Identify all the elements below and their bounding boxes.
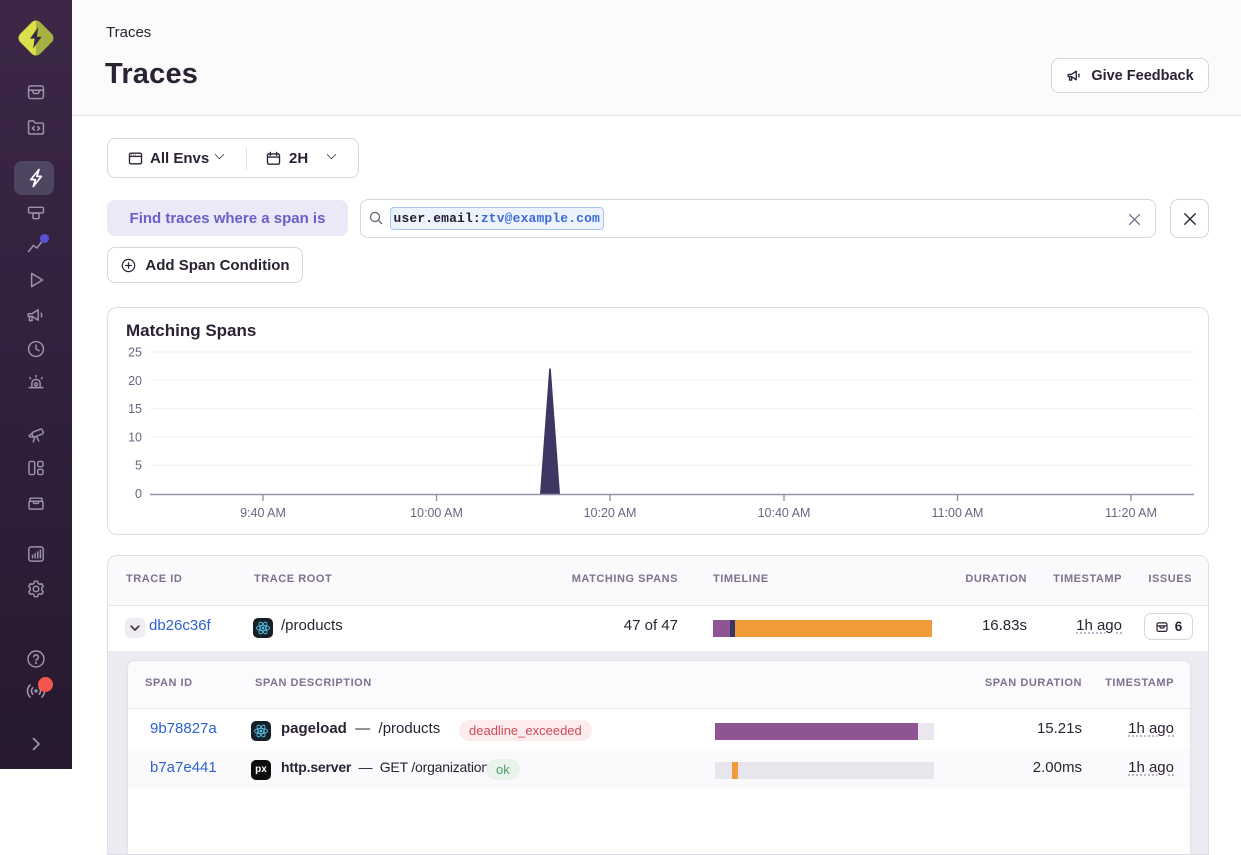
- svg-text:10:00 AM: 10:00 AM: [410, 506, 463, 520]
- svg-text:10:40 AM: 10:40 AM: [758, 506, 811, 520]
- svg-text:11:00 AM: 11:00 AM: [932, 506, 984, 520]
- svg-text:9:40 AM: 9:40 AM: [240, 506, 286, 520]
- svg-text:11:20 AM: 11:20 AM: [1105, 506, 1157, 520]
- svg-text:0: 0: [135, 487, 142, 501]
- svg-text:10:20 AM: 10:20 AM: [584, 506, 637, 520]
- svg-text:5: 5: [135, 459, 142, 473]
- svg-text:10: 10: [128, 430, 142, 444]
- svg-text:20: 20: [128, 374, 142, 388]
- svg-text:15: 15: [128, 402, 142, 416]
- svg-text:25: 25: [128, 346, 142, 360]
